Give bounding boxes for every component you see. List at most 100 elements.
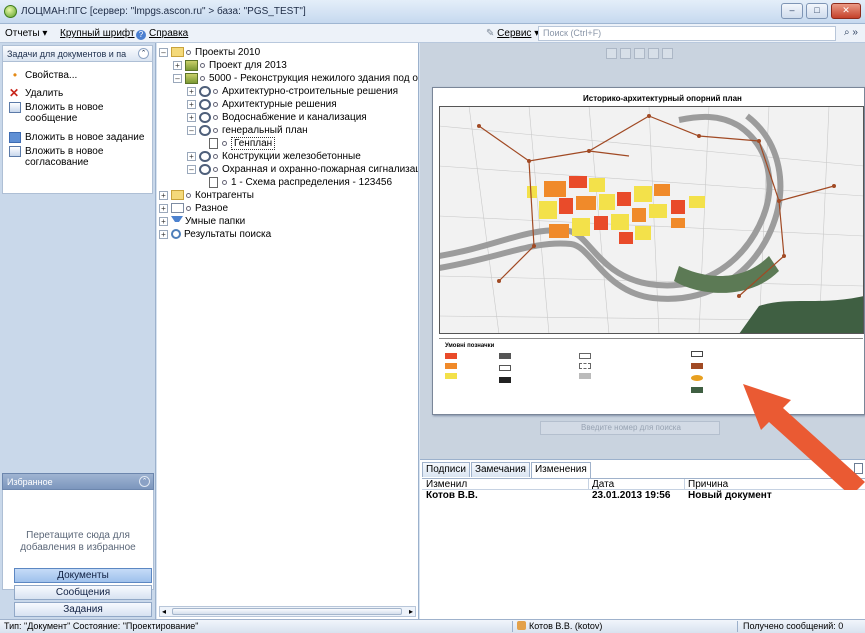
close-button[interactable]: ✕ — [831, 3, 861, 19]
expand-toggle[interactable]: + — [187, 151, 196, 161]
expand-toggle[interactable]: + — [159, 216, 168, 226]
tab-signatures[interactable]: Подписи — [422, 462, 470, 477]
tree-node[interactable]: + Разное — [159, 202, 228, 214]
menu-reports[interactable]: Отчеты ▾ — [5, 28, 47, 39]
menu-help[interactable]: ? Справка — [136, 28, 188, 40]
tree-label: Разное — [195, 202, 229, 214]
menu-service-label: Сервис — [497, 28, 532, 39]
legend-swatch — [691, 375, 703, 381]
collapse-toggle[interactable]: – — [187, 125, 196, 135]
delete-icon: ✕ — [9, 85, 20, 100]
expand-toggle[interactable]: + — [159, 190, 168, 200]
task-attach-task[interactable]: Вложить в новое задание — [3, 128, 152, 146]
column-header-reason[interactable]: Причина — [688, 479, 728, 490]
column-divider — [684, 479, 685, 490]
tree-node[interactable]: 1 - Схема распределения - 123456 — [207, 176, 392, 188]
export-icon[interactable] — [854, 463, 863, 474]
zoom-in-icon[interactable] — [606, 48, 617, 59]
tree-node[interactable]: – 5000 - Реконструкция нежилого здания по… — [173, 72, 419, 84]
menu-service[interactable]: ✎ Сервис ▾ — [486, 28, 539, 39]
tree-node[interactable]: + Архитектурные решения — [187, 98, 337, 110]
task-attach-approval[interactable]: Вложить в новое согласование — [3, 146, 152, 172]
collapse-favorites-icon[interactable]: ⌃ — [139, 476, 150, 487]
envelope-icon — [9, 102, 21, 113]
nav-documents-button[interactable]: Документы — [14, 568, 152, 583]
tab-changes[interactable]: Изменения — [530, 462, 591, 478]
scroll-left-icon[interactable]: ◂ — [162, 607, 166, 616]
smart-folder-icon — [171, 216, 183, 226]
nav-messages-button[interactable]: Сообщения — [14, 585, 152, 600]
favorites-header[interactable]: Избранное ⌃ — [2, 473, 154, 490]
map-legend: Умовні позначки — [439, 338, 863, 410]
tree-node[interactable]: – Проекты 2010 — [159, 46, 260, 58]
collapse-icon[interactable]: ⌃ — [138, 48, 149, 59]
expand-toggle[interactable]: + — [187, 99, 196, 109]
tree-label: Охранная и охранно-пожарная сигнализация — [222, 163, 419, 175]
menu-large-font[interactable]: Крупный шрифт — [60, 28, 135, 39]
tree-node[interactable]: + Результаты поиска — [159, 228, 271, 240]
tree-node[interactable]: + Проект для 2013 — [173, 59, 287, 71]
user-icon — [517, 621, 526, 630]
expand-toggle[interactable]: + — [187, 112, 196, 122]
column-header-date[interactable]: Дата — [592, 479, 614, 490]
favorites-hint: Перетащите сюда для добавления в избранн… — [20, 530, 136, 553]
scrollbar-thumb[interactable] — [172, 608, 402, 615]
city-map-image — [439, 106, 864, 334]
expand-toggle[interactable]: + — [159, 203, 168, 213]
sheet-title: Историко-архитектурный опорний план — [583, 94, 742, 103]
tree-node-selected[interactable]: Генплан — [207, 136, 276, 150]
table-row[interactable]: Котов В.В. 23.01.2013 19:56 Новый докуме… — [422, 490, 865, 502]
page-search-input[interactable]: Введите номер для поиска — [540, 421, 720, 435]
menu-bar: Отчеты ▾ Крупный шрифт ? Справка ✎ Сервис… — [0, 24, 865, 43]
nav-tasks-button[interactable]: Задания — [14, 602, 152, 617]
expand-toggle[interactable]: + — [187, 86, 196, 96]
tree-label: 5000 - Реконструкция нежилого здания под… — [209, 72, 419, 84]
task-icon — [9, 131, 21, 143]
document-preview-sheet[interactable]: Историко-архитектурный опорний план Умов… — [432, 87, 865, 415]
minimize-button[interactable]: – — [781, 3, 803, 19]
fit-icon[interactable] — [634, 48, 645, 59]
tree-node[interactable]: + Архитектурно-строительные решения — [187, 85, 398, 97]
search-input[interactable]: Поиск (Ctrl+F) — [538, 26, 836, 41]
collapse-toggle[interactable]: – — [173, 73, 182, 83]
task-properties[interactable]: • Свойства... — [3, 66, 152, 84]
zoom-out-icon[interactable] — [620, 48, 631, 59]
status-dot-icon — [213, 88, 218, 94]
status-document-type: Тип: "Документ" Состояние: "Проектирован… — [4, 621, 199, 631]
tree-node[interactable]: – генеральный план — [187, 124, 308, 136]
rotate-icon[interactable] — [662, 48, 673, 59]
status-dot-icon — [186, 49, 191, 55]
tree-label: Конструкции железобетонные — [222, 150, 361, 162]
legend-swatch — [499, 353, 511, 359]
search-icon[interactable]: ⌕ » — [844, 27, 858, 38]
column-divider — [588, 479, 589, 490]
tree-node[interactable]: + Умные папки — [159, 215, 245, 227]
favorites-title: Избранное — [7, 477, 53, 487]
tree-node[interactable]: + Водоснабжение и канализация — [187, 111, 367, 123]
task-attach-message[interactable]: Вложить в новое сообщение — [3, 102, 152, 128]
tab-remarks[interactable]: Замечания — [470, 462, 530, 477]
collapse-toggle[interactable]: – — [159, 47, 168, 57]
folder-icon — [171, 47, 184, 57]
tree-node[interactable]: + Конструкции железобетонные — [187, 150, 361, 162]
left-pane: Задачи для документов и па ⌃ • Свойства.… — [0, 43, 156, 619]
tree-horizontal-scrollbar[interactable]: ◂ ▸ — [159, 606, 416, 617]
status-messages: Получено сообщений: 0 — [743, 621, 844, 631]
title-bar: ЛОЦМАН:ПГС [сервер: "lmpgs.ascon.ru" > б… — [0, 0, 865, 24]
tree-node[interactable]: – Охранная и охранно-пожарная сигнализаци… — [187, 163, 419, 175]
column-header-who[interactable]: Изменил — [426, 479, 467, 490]
history-panel: Подписи Замечания Изменения Изменил Дата… — [420, 459, 865, 619]
task-delete[interactable]: ✕ Удалить — [3, 84, 152, 102]
tasks-panel-header[interactable]: Задачи для документов и па ⌃ — [2, 45, 153, 62]
print-icon[interactable] — [648, 48, 659, 59]
collapse-toggle[interactable]: – — [187, 164, 196, 174]
scroll-right-icon[interactable]: ▸ — [409, 607, 413, 616]
expand-toggle[interactable]: + — [173, 60, 182, 70]
expand-toggle[interactable]: + — [159, 229, 168, 239]
tree-label: Генплан — [231, 136, 276, 150]
status-dot-icon — [200, 62, 205, 68]
tree-node[interactable]: + Контрагенты — [159, 189, 254, 201]
menu-reports-label: Отчеты — [5, 28, 40, 39]
legend-swatch — [445, 363, 457, 369]
maximize-button[interactable]: □ — [806, 3, 828, 19]
